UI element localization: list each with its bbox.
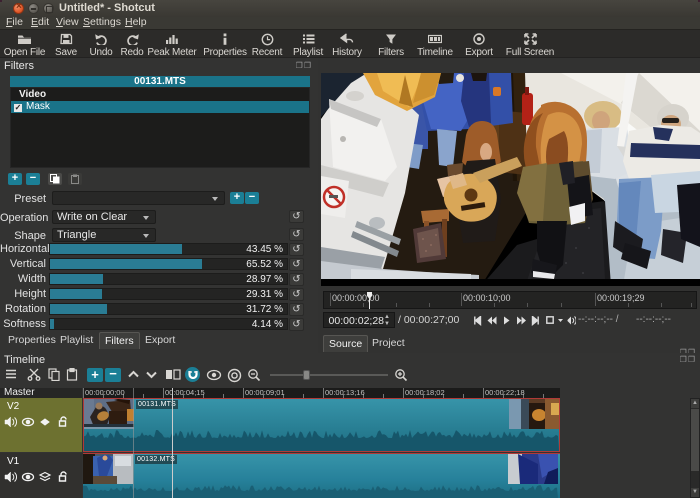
svg-text:00:00:04;15: 00:00:04;15 [165,388,205,397]
svg-text:00:00:18;02: 00:00:18;02 [405,388,445,397]
svg-text:00:00:13;16: 00:00:13;16 [325,388,365,397]
svg-text:00:00:22;18: 00:00:22;18 [485,388,525,397]
svg-text:00:00:09;01: 00:00:09;01 [245,388,285,397]
svg-text:00:00:19;29: 00:00:19;29 [597,293,645,303]
svg-text:00:00:00;00: 00:00:00;00 [85,388,125,397]
svg-text:00:00:00;00: 00:00:00;00 [332,293,380,303]
svg-text:00:00:10;00: 00:00:10;00 [463,293,511,303]
